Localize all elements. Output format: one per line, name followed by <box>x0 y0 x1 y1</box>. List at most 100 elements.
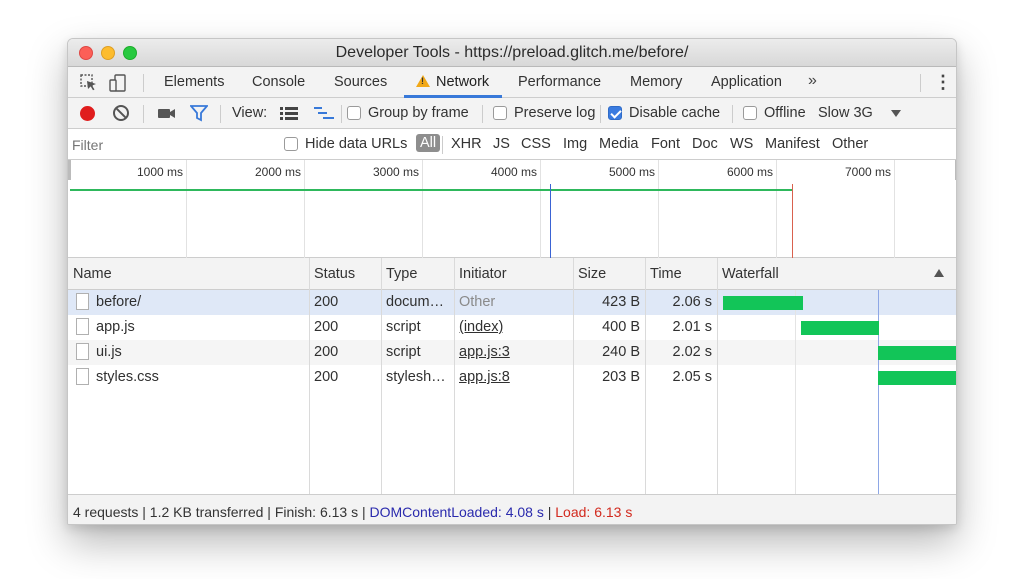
filter-type-img[interactable]: Img <box>563 136 587 152</box>
filter-type-css[interactable]: CSS <box>521 136 551 152</box>
tab-performance[interactable]: Performance <box>518 74 601 90</box>
request-name[interactable]: before/ <box>96 294 306 310</box>
column-size[interactable]: Size <box>578 266 606 282</box>
request-name[interactable]: ui.js <box>96 344 306 360</box>
overview-tick <box>776 160 777 258</box>
overview-tick-label: 6000 ms <box>726 165 773 179</box>
filter-type-other[interactable]: Other <box>832 136 868 152</box>
column-divider[interactable] <box>645 258 646 290</box>
overview-tick <box>894 160 895 258</box>
request-type: stylesh… <box>386 369 446 385</box>
column-divider <box>309 290 310 494</box>
tab-sources[interactable]: Sources <box>334 74 387 90</box>
preserve-log-checkbox[interactable] <box>493 106 507 120</box>
tab-elements[interactable]: Elements <box>164 74 224 90</box>
column-divider[interactable] <box>573 258 574 290</box>
menu-icon[interactable]: ⋮ <box>934 73 952 91</box>
request-time: 2.01 s <box>672 319 713 335</box>
overview-load-marker <box>792 184 793 258</box>
column-divider[interactable] <box>309 258 310 290</box>
column-divider[interactable] <box>717 258 718 290</box>
column-divider[interactable] <box>381 258 382 290</box>
request-time: 2.05 s <box>672 369 713 385</box>
filter-icon[interactable] <box>190 105 208 122</box>
overview-left-handle[interactable] <box>68 160 71 180</box>
overview-tick-label: 4000 ms <box>490 165 537 179</box>
title-bar: Developer Tools - https://preload.glitch… <box>68 39 956 67</box>
network-toolbar: View: Group by frame Preserve log Disabl… <box>68 98 956 129</box>
network-summary-bar: 4 requests | 1.2 KB transferred | Finish… <box>68 494 956 524</box>
request-initiator-link[interactable]: app.js:3 <box>459 344 510 360</box>
hide-data-urls-checkbox[interactable] <box>284 137 298 151</box>
waterfall-bar[interactable] <box>801 321 879 335</box>
filter-type-font[interactable]: Font <box>651 136 680 152</box>
column-type[interactable]: Type <box>386 266 417 282</box>
preserve-log-label[interactable]: Preserve log <box>514 105 595 121</box>
request-initiator-link[interactable]: app.js:8 <box>459 369 510 385</box>
divider <box>442 136 443 154</box>
file-icon <box>76 318 89 335</box>
tab-network[interactable]: Network <box>416 74 489 90</box>
request-type: script <box>386 344 421 360</box>
tab-application[interactable]: Application <box>711 74 782 90</box>
filter-type-all[interactable]: All <box>416 134 441 152</box>
request-status: 200 <box>314 369 339 385</box>
column-waterfall[interactable]: Waterfall <box>722 266 779 282</box>
filter-type-doc[interactable]: Doc <box>692 136 718 152</box>
overview-tick-label: 5000 ms <box>608 165 655 179</box>
request-size: 240 B <box>602 344 640 360</box>
waterfall-view-icon[interactable] <box>314 107 334 120</box>
throttling-select[interactable]: Slow 3G <box>818 105 873 121</box>
hide-data-urls-label[interactable]: Hide data URLs <box>305 136 407 152</box>
panel-tabbar: Elements Console Sources Network Perform… <box>68 67 956 98</box>
camera-icon[interactable] <box>157 106 177 121</box>
timeline-overview[interactable]: 1000 ms 2000 ms 3000 ms 4000 ms 5000 ms … <box>68 160 956 258</box>
column-name[interactable]: Name <box>73 266 112 282</box>
overview-right-handle[interactable] <box>955 160 956 180</box>
device-icon[interactable] <box>108 73 128 93</box>
sort-asc-icon[interactable] <box>934 269 944 277</box>
large-rows-icon[interactable] <box>280 107 298 120</box>
tab-memory[interactable]: Memory <box>630 74 682 90</box>
group-by-frame-checkbox[interactable] <box>347 106 361 120</box>
offline-checkbox[interactable] <box>743 106 757 120</box>
filter-type-js[interactable]: JS <box>493 136 510 152</box>
devtools-window: Developer Tools - https://preload.glitch… <box>67 38 957 525</box>
tab-console[interactable]: Console <box>252 74 305 90</box>
table-row[interactable]: styles.css 200 stylesh… app.js:8 203 B 2… <box>68 365 956 390</box>
column-time[interactable]: Time <box>650 266 682 282</box>
filter-type-media[interactable]: Media <box>599 136 639 152</box>
table-row[interactable]: before/ 200 docum… Other 423 B 2.06 s <box>68 290 956 315</box>
request-size: 203 B <box>602 369 640 385</box>
filter-type-manifest[interactable]: Manifest <box>765 136 820 152</box>
column-divider[interactable] <box>454 258 455 290</box>
record-icon[interactable] <box>80 106 95 121</box>
chevron-down-icon[interactable] <box>891 110 901 117</box>
more-tabs-button[interactable]: » <box>808 72 817 90</box>
waterfall-bar[interactable] <box>723 296 803 310</box>
request-time: 2.06 s <box>672 294 713 310</box>
request-initiator-link[interactable]: (index) <box>459 319 503 335</box>
inspect-icon[interactable] <box>79 73 99 93</box>
request-name[interactable]: app.js <box>96 319 306 335</box>
overview-dcl-marker <box>550 184 551 258</box>
filter-bar: Hide data URLs All XHR JS CSS Img Media … <box>68 129 956 160</box>
table-row[interactable]: ui.js 200 script app.js:3 240 B 2.02 s <box>68 340 956 365</box>
filter-input[interactable] <box>72 134 268 155</box>
overview-tick-label: 7000 ms <box>844 165 891 179</box>
group-by-frame-label[interactable]: Group by frame <box>368 105 469 121</box>
column-status[interactable]: Status <box>314 266 355 282</box>
offline-label[interactable]: Offline <box>764 105 806 121</box>
request-size: 400 B <box>602 319 640 335</box>
clear-icon[interactable] <box>113 105 129 121</box>
requests-table-header: Name Status Type Initiator Size Time Wat… <box>68 258 956 290</box>
request-name[interactable]: styles.css <box>96 369 306 385</box>
filter-type-ws[interactable]: WS <box>730 136 753 152</box>
disable-cache-checkbox[interactable] <box>608 106 622 120</box>
divider <box>732 105 733 123</box>
waterfall-bar[interactable] <box>878 371 956 385</box>
disable-cache-label[interactable]: Disable cache <box>629 105 720 121</box>
waterfall-bar[interactable] <box>878 346 956 360</box>
filter-type-xhr[interactable]: XHR <box>451 136 482 152</box>
column-initiator[interactable]: Initiator <box>459 266 507 282</box>
